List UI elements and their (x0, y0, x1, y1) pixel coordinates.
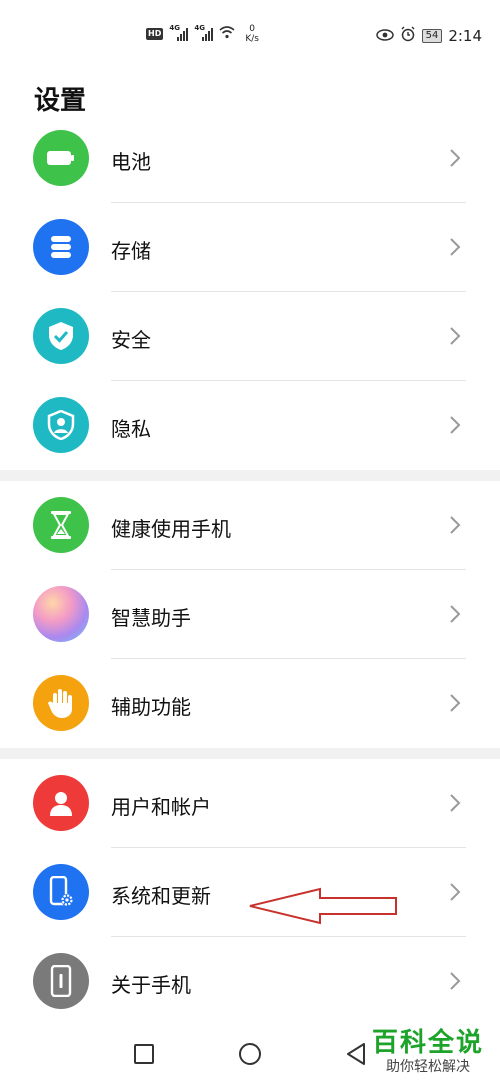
chevron-right-icon (450, 972, 461, 990)
settings-item-label: 系统和更新 (111, 884, 211, 908)
settings-group-usage: 健康使用手机 智慧助手 辅助功能 (0, 481, 500, 748)
status-indicators: HD 4G 4G 0 K/s (146, 24, 259, 44)
hd-badge: HD (146, 28, 164, 40)
back-button[interactable] (344, 1042, 368, 1066)
signal-icon: 4G (169, 24, 189, 41)
section-separator (0, 470, 500, 481)
chevron-right-icon (450, 416, 461, 434)
watermark-title: 百科全说 (371, 1028, 484, 1058)
watermark: 百科全说 助你轻松解决 (372, 1028, 484, 1076)
chevron-right-icon (450, 516, 461, 534)
settings-item-label: 智慧助手 (111, 606, 191, 630)
storage-icon (33, 219, 89, 275)
clock: 2:14 (448, 27, 482, 45)
chevron-right-icon (450, 694, 461, 712)
settings-item-users-accounts[interactable]: 用户和帐户 (0, 759, 500, 848)
signal-icon: 4G (194, 24, 214, 41)
chevron-right-icon (450, 327, 461, 345)
alarm-icon (400, 26, 416, 46)
user-icon (33, 775, 89, 831)
page-title: 设置 (34, 86, 87, 116)
privacy-shield-icon (33, 397, 89, 453)
home-button[interactable] (238, 1042, 262, 1066)
chevron-right-icon (450, 794, 461, 812)
settings-group-device: 电池 存储 安全 隐私 (0, 114, 500, 470)
settings-item-label: 辅助功能 (111, 695, 191, 719)
chevron-right-icon (450, 149, 461, 167)
hourglass-icon (33, 497, 89, 553)
settings-item-battery[interactable]: 电池 (0, 114, 500, 203)
watermark-subtitle: 助你轻松解决 (385, 1059, 470, 1075)
settings-item-privacy[interactable]: 隐私 (0, 381, 500, 470)
settings-item-digital-balance[interactable]: 健康使用手机 (0, 481, 500, 570)
settings-item-about-phone[interactable]: 关于手机 (0, 937, 500, 1026)
chevron-right-icon (450, 883, 461, 901)
smart-assistant-icon (33, 586, 89, 642)
annotation-arrow-icon (249, 887, 397, 925)
phone-gear-icon (33, 864, 89, 920)
hand-icon (33, 675, 89, 731)
settings-item-label: 健康使用手机 (111, 517, 231, 541)
eye-icon (375, 27, 394, 45)
wifi-icon (219, 25, 235, 43)
battery-icon (33, 130, 89, 186)
settings-item-label: 电池 (111, 150, 151, 174)
settings-item-label: 关于手机 (111, 973, 191, 997)
network-speed: 0 K/s (245, 24, 259, 44)
chevron-right-icon (450, 605, 461, 623)
chevron-right-icon (450, 238, 461, 256)
settings-item-label: 安全 (111, 328, 151, 352)
shield-check-icon (33, 308, 89, 364)
settings-item-label: 存储 (111, 239, 151, 263)
battery-indicator: 54 (421, 29, 443, 43)
settings-item-label: 隐私 (111, 417, 151, 441)
settings-item-security[interactable]: 安全 (0, 292, 500, 381)
section-separator (0, 748, 500, 759)
settings-item-storage[interactable]: 存储 (0, 203, 500, 292)
status-right: 54 2:14 (375, 26, 482, 46)
recent-apps-button[interactable] (132, 1042, 156, 1066)
settings-item-label: 用户和帐户 (111, 795, 211, 819)
phone-info-icon (33, 953, 89, 1009)
status-bar: HD 4G 4G 0 K/s 54 2:14 (0, 0, 500, 60)
settings-item-smart-assistant[interactable]: 智慧助手 (0, 570, 500, 659)
settings-item-accessibility[interactable]: 辅助功能 (0, 659, 500, 748)
